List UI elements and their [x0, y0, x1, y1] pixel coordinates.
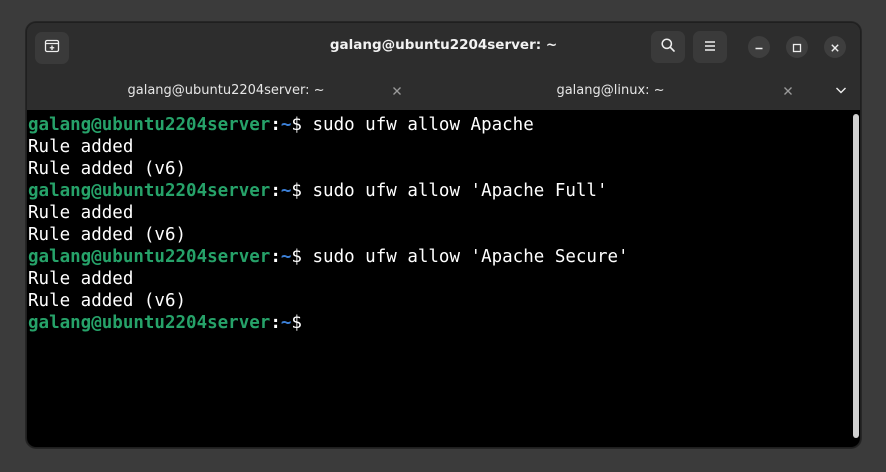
command-text: sudo ufw allow Apache	[312, 115, 534, 135]
close-icon	[392, 81, 402, 100]
output-line: Rule added (v6)	[28, 158, 629, 180]
search-button[interactable]	[651, 31, 685, 63]
prompt-line: galang@ubuntu2204server:~$ sudo ufw allo…	[28, 114, 629, 136]
output-line: Rule added (v6)	[28, 224, 629, 246]
prompt-user-host: galang@ubuntu2204server	[28, 115, 271, 135]
minimize-button[interactable]	[748, 36, 770, 58]
close-icon	[830, 38, 840, 57]
output-line: Rule added	[28, 136, 629, 158]
tabs-overview-button[interactable]	[829, 79, 853, 101]
prompt-user-host: galang@ubuntu2204server	[28, 247, 271, 267]
prompt-path: ~	[280, 115, 292, 135]
terminal-output: galang@ubuntu2204server:~$ sudo ufw allo…	[28, 114, 629, 334]
output-text: Rule added	[28, 137, 134, 157]
chevron-down-icon	[835, 81, 847, 100]
window-title: galang@ubuntu2204server: ~	[329, 37, 558, 53]
output-line: Rule added	[28, 202, 629, 224]
command-text: sudo ufw allow 'Apache Secure'	[312, 247, 629, 267]
prompt-symbol: $	[291, 313, 313, 333]
hamburger-menu-icon	[703, 38, 717, 57]
close-icon	[783, 81, 793, 100]
minimize-icon	[754, 38, 764, 57]
prompt-colon: :	[270, 115, 281, 135]
header-bar: galang@ubuntu2204server: ~	[27, 23, 860, 70]
prompt-path: ~	[280, 313, 292, 333]
tab-label: galang@ubuntu2204server: ~	[127, 82, 325, 98]
tab-bar: galang@ubuntu2204server: ~ galang@linux:…	[27, 70, 860, 157]
maximize-button[interactable]	[786, 36, 808, 58]
prompt-path: ~	[280, 181, 292, 201]
terminal-window: galang@ubuntu2204server: ~ galang@ubuntu…	[26, 22, 861, 448]
search-icon	[660, 37, 676, 57]
tab-close-button[interactable]	[389, 82, 405, 98]
prompt-line: galang@ubuntu2204server:~$	[28, 312, 629, 334]
command-text: sudo ufw allow 'Apache Full'	[312, 181, 608, 201]
output-text: Rule added (v6)	[28, 291, 187, 311]
terminal-view[interactable]: galang@ubuntu2204server:~$ sudo ufw allo…	[27, 110, 860, 447]
prompt-line: galang@ubuntu2204server:~$ sudo ufw allo…	[28, 246, 629, 268]
maximize-icon	[792, 38, 802, 57]
main-menu-button[interactable]	[693, 31, 727, 63]
prompt-symbol: $	[291, 247, 313, 267]
prompt-colon: :	[270, 313, 281, 333]
output-line: Rule added	[28, 268, 629, 290]
output-text: Rule added (v6)	[28, 225, 187, 245]
output-line: Rule added (v6)	[28, 290, 629, 312]
prompt-colon: :	[270, 181, 281, 201]
tab-ubuntu2204server[interactable]: galang@ubuntu2204server: ~	[35, 70, 417, 110]
prompt-colon: :	[270, 247, 281, 267]
output-text: Rule added (v6)	[28, 159, 187, 179]
prompt-path: ~	[280, 247, 292, 267]
prompt-user-host: galang@ubuntu2204server	[28, 313, 271, 333]
tab-label: galang@linux: ~	[556, 82, 665, 98]
prompt-symbol: $	[291, 181, 313, 201]
output-text: Rule added	[28, 203, 134, 223]
prompt-line: galang@ubuntu2204server:~$ sudo ufw allo…	[28, 180, 629, 202]
tab-linux[interactable]: galang@linux: ~	[419, 70, 802, 110]
close-window-button[interactable]	[824, 36, 846, 58]
new-tab-icon	[44, 38, 60, 58]
prompt-symbol: $	[291, 115, 313, 135]
tab-close-button[interactable]	[780, 82, 796, 98]
output-text: Rule added	[28, 269, 134, 289]
prompt-user-host: galang@ubuntu2204server	[28, 181, 271, 201]
new-tab-button[interactable]	[35, 32, 69, 64]
scrollbar[interactable]	[853, 114, 859, 438]
